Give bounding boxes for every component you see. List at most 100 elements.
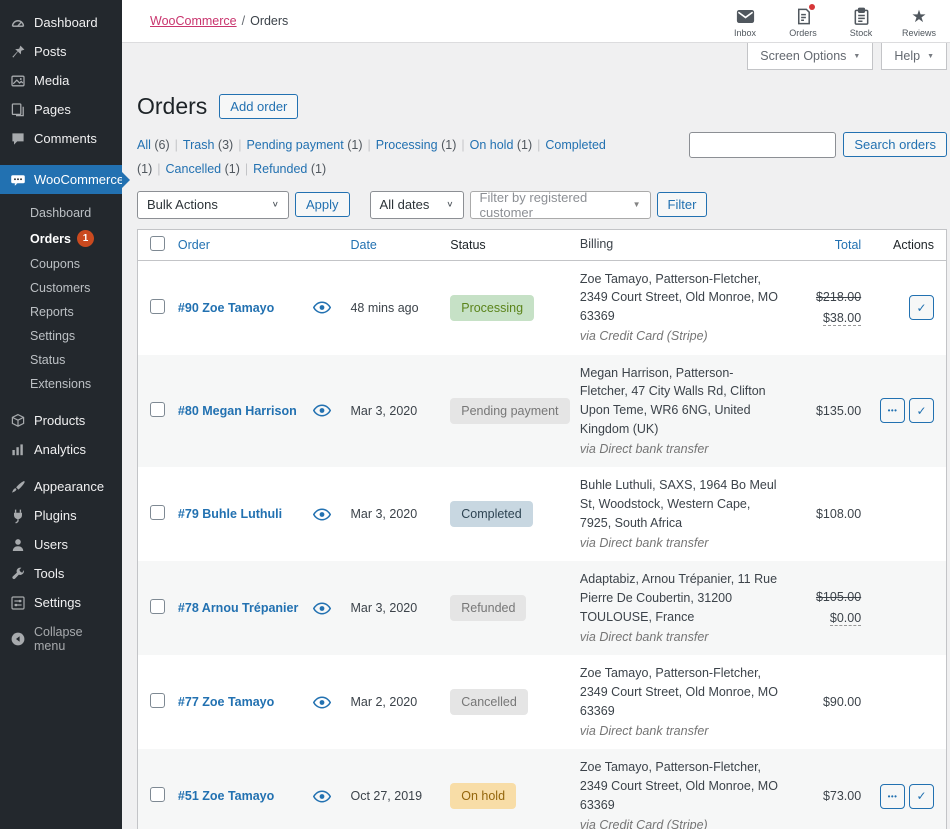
filter-link-onhold[interactable]: On hold	[470, 138, 514, 152]
activity-tab-stock[interactable]: Stock	[832, 2, 890, 40]
submenu-item-coupons[interactable]: Coupons	[0, 252, 122, 276]
activity-tab-label: Reviews	[902, 28, 936, 38]
order-link[interactable]: #51 Zoe Tamayo	[178, 789, 274, 803]
sort-by-date[interactable]: Date	[350, 238, 376, 252]
filter-count: (1)	[441, 138, 456, 152]
collapse-menu-button[interactable]: Collapse menu	[0, 619, 122, 659]
products-icon	[9, 412, 26, 429]
sidebar-item-posts[interactable]: Posts	[0, 37, 122, 66]
sidebar-item-comments[interactable]: Comments	[0, 124, 122, 153]
comments-icon	[9, 130, 26, 147]
bulk-actions-value: Bulk Actions	[147, 197, 218, 212]
filters-row: All (6)|Trash (3)|Pending payment (1)|Pr…	[137, 130, 947, 182]
woocommerce-icon	[9, 171, 26, 188]
submenu-label: Orders	[30, 232, 71, 246]
row-checkbox[interactable]	[150, 402, 165, 417]
submenu-item-extensions[interactable]: Extensions	[0, 372, 122, 396]
sidebar-item-pages[interactable]: Pages	[0, 95, 122, 124]
complete-action-button[interactable]: ✓	[909, 295, 934, 320]
submenu-item-reports[interactable]: Reports	[0, 300, 122, 324]
sidebar-item-tools[interactable]: Tools	[0, 559, 122, 588]
submenu-item-settings[interactable]: Settings	[0, 324, 122, 348]
date-filter-value: All dates	[380, 197, 430, 212]
order-link[interactable]: #78 Arnou Trépanier	[178, 601, 298, 615]
current-menu-arrow-icon	[122, 172, 138, 188]
customer-filter-placeholder: Filter by registered customer	[480, 190, 633, 220]
select-all-checkbox[interactable]	[150, 236, 165, 251]
apply-button[interactable]: Apply	[295, 192, 350, 217]
row-checkbox[interactable]	[150, 505, 165, 520]
help-tab[interactable]: Help ▼	[881, 43, 947, 70]
submenu-item-orders[interactable]: Orders 1	[0, 225, 122, 252]
row-checkbox[interactable]	[150, 693, 165, 708]
preview-eye-icon[interactable]	[313, 790, 331, 803]
sidebar-item-label: Appearance	[34, 479, 104, 494]
bulk-actions-select[interactable]: Bulk Actions ∨	[137, 191, 289, 219]
search-orders-input[interactable]	[689, 132, 836, 158]
add-order-button[interactable]: Add order	[219, 94, 298, 119]
row-checkbox[interactable]	[150, 787, 165, 802]
check-icon: ✓	[916, 789, 926, 803]
column-header-actions: Actions	[871, 238, 946, 252]
search-orders-button[interactable]: Search orders	[843, 132, 947, 157]
filter-link-completed[interactable]: Completed	[545, 138, 605, 152]
sort-by-total[interactable]: Total	[835, 238, 861, 252]
preview-eye-icon[interactable]	[313, 404, 331, 417]
submenu-label: Coupons	[30, 257, 80, 271]
breadcrumb-separator: /	[242, 14, 245, 28]
filter-link-pending[interactable]: Pending payment	[246, 138, 343, 152]
preview-eye-icon[interactable]	[313, 301, 331, 314]
plugins-icon	[9, 507, 26, 524]
order-link[interactable]: #90 Zoe Tamayo	[178, 301, 274, 315]
submenu-item-dashboard[interactable]: Dashboard	[0, 201, 122, 225]
sidebar-item-plugins[interactable]: Plugins	[0, 501, 122, 530]
order-link[interactable]: #77 Zoe Tamayo	[178, 695, 274, 709]
screen-options-tab[interactable]: Screen Options ▼	[747, 43, 873, 70]
breadcrumb-woocommerce-link[interactable]: WooCommerce	[150, 14, 237, 28]
sidebar-item-analytics[interactable]: Analytics	[0, 435, 122, 464]
filter-link-processing[interactable]: Processing	[376, 138, 438, 152]
sidebar-item-products[interactable]: Products	[0, 406, 122, 435]
filter-link-trash[interactable]: Trash	[183, 138, 215, 152]
order-total: $0.00	[830, 611, 861, 626]
row-checkbox[interactable]	[150, 299, 165, 314]
activity-tab-inbox[interactable]: Inbox	[716, 2, 774, 40]
customer-filter-select[interactable]: Filter by registered customer ▼	[470, 191, 651, 219]
sidebar-item-settings[interactable]: Settings	[0, 588, 122, 617]
filter-button[interactable]: Filter	[657, 192, 708, 217]
filter-link-refunded[interactable]: Refunded	[253, 162, 307, 176]
filter-link-cancelled[interactable]: Cancelled	[166, 162, 222, 176]
preview-eye-icon[interactable]	[313, 602, 331, 615]
preview-eye-icon[interactable]	[313, 696, 331, 709]
submenu-item-status[interactable]: Status	[0, 348, 122, 372]
activity-tab-reviews[interactable]: ★ Reviews	[890, 2, 948, 40]
complete-action-button[interactable]: ✓	[909, 398, 934, 423]
processing-action-button[interactable]: •••	[880, 398, 905, 423]
preview-eye-icon[interactable]	[313, 508, 331, 521]
processing-action-button[interactable]: •••	[880, 784, 905, 809]
billing-address: Buhle Luthuli, SAXS, 1964 Bo Meul St, Wo…	[580, 476, 779, 532]
complete-action-button[interactable]: ✓	[909, 784, 934, 809]
row-checkbox[interactable]	[150, 599, 165, 614]
sort-by-order[interactable]: Order	[178, 238, 210, 252]
activity-tab-label: Orders	[789, 28, 817, 38]
sidebar-item-woocommerce[interactable]: WooCommerce	[0, 165, 122, 194]
sidebar-item-label: Plugins	[34, 508, 77, 523]
filter-link-all[interactable]: All	[137, 138, 151, 152]
inbox-icon	[735, 6, 755, 26]
submenu-item-customers[interactable]: Customers	[0, 276, 122, 300]
original-total: $105.00	[779, 590, 861, 604]
activity-tab-orders[interactable]: Orders	[774, 2, 832, 40]
order-link[interactable]: #80 Megan Harrison	[178, 404, 297, 418]
sidebar-item-users[interactable]: Users	[0, 530, 122, 559]
sidebar-item-appearance[interactable]: Appearance	[0, 472, 122, 501]
table-row: #77 Zoe Tamayo Mar 2, 2020 Cancelled Zoe…	[138, 655, 946, 749]
activity-tab-label: Inbox	[734, 28, 756, 38]
date-filter-select[interactable]: All dates ∨	[370, 191, 464, 219]
dashboard-icon	[9, 14, 26, 31]
sidebar-item-dashboard[interactable]: Dashboard	[0, 8, 122, 37]
billing-address: Adaptabiz, Arnou Trépanier, 11 Rue Pierr…	[580, 570, 779, 626]
sidebar-item-media[interactable]: Media	[0, 66, 122, 95]
order-total: $90.00	[779, 695, 871, 709]
order-link[interactable]: #79 Buhle Luthuli	[178, 507, 282, 521]
